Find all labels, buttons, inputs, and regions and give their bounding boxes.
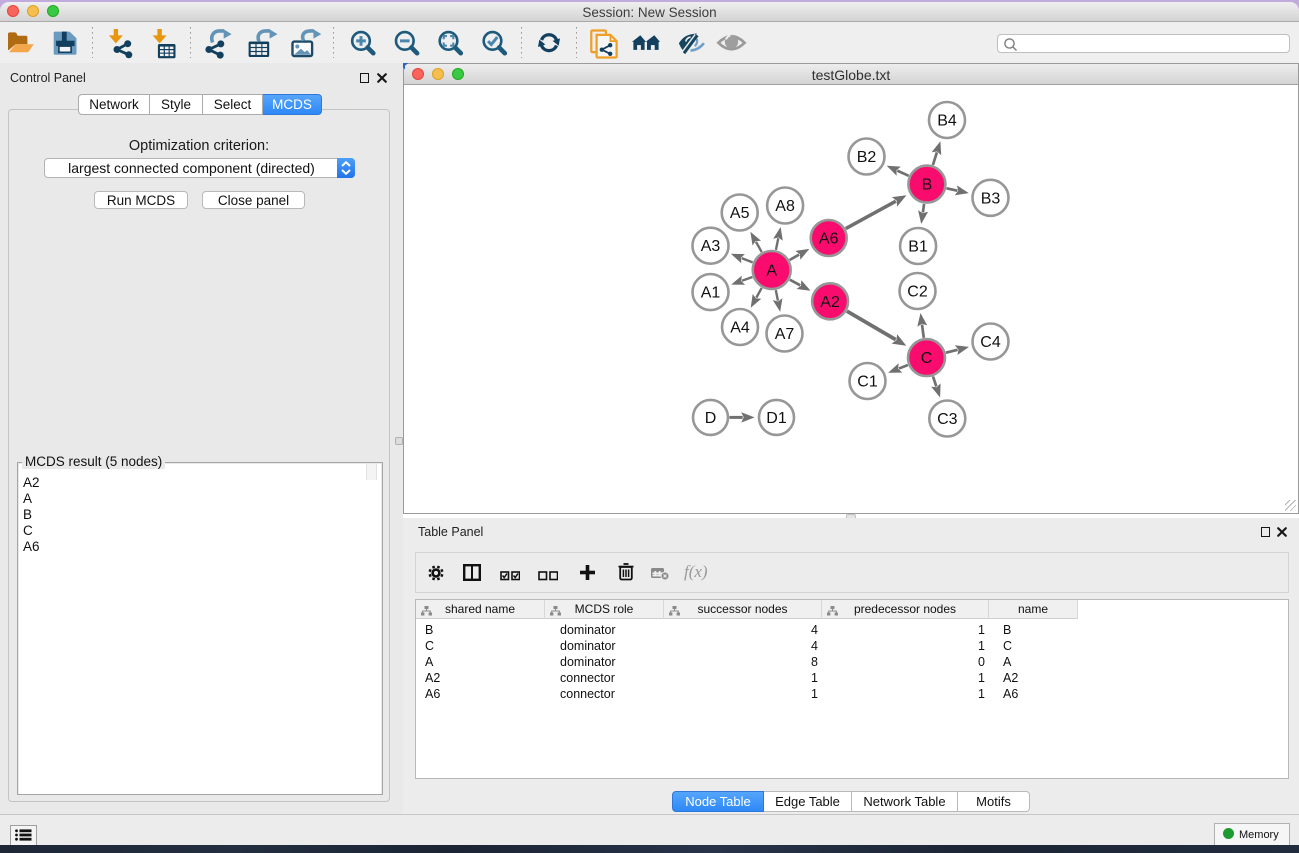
svg-text:C: C	[921, 350, 933, 367]
svg-text:A1: A1	[701, 285, 721, 302]
svg-text:B2: B2	[857, 149, 877, 166]
svg-text:B4: B4	[937, 113, 957, 130]
svg-text:B3: B3	[981, 190, 1001, 207]
svg-text:A3: A3	[701, 238, 721, 255]
svg-text:C3: C3	[937, 411, 958, 428]
svg-text:A5: A5	[730, 205, 750, 222]
svg-text:D: D	[705, 410, 717, 427]
svg-text:C4: C4	[980, 334, 1001, 351]
svg-text:A: A	[766, 263, 777, 280]
svg-text:B1: B1	[908, 239, 928, 256]
svg-text:B: B	[922, 177, 933, 194]
svg-text:A4: A4	[730, 320, 750, 337]
svg-text:D1: D1	[766, 410, 787, 427]
svg-text:A8: A8	[775, 198, 795, 215]
svg-text:A2: A2	[820, 294, 840, 311]
svg-text:C1: C1	[857, 374, 878, 391]
svg-text:A6: A6	[819, 231, 839, 248]
svg-text:A7: A7	[775, 326, 795, 343]
svg-text:C2: C2	[907, 284, 928, 301]
